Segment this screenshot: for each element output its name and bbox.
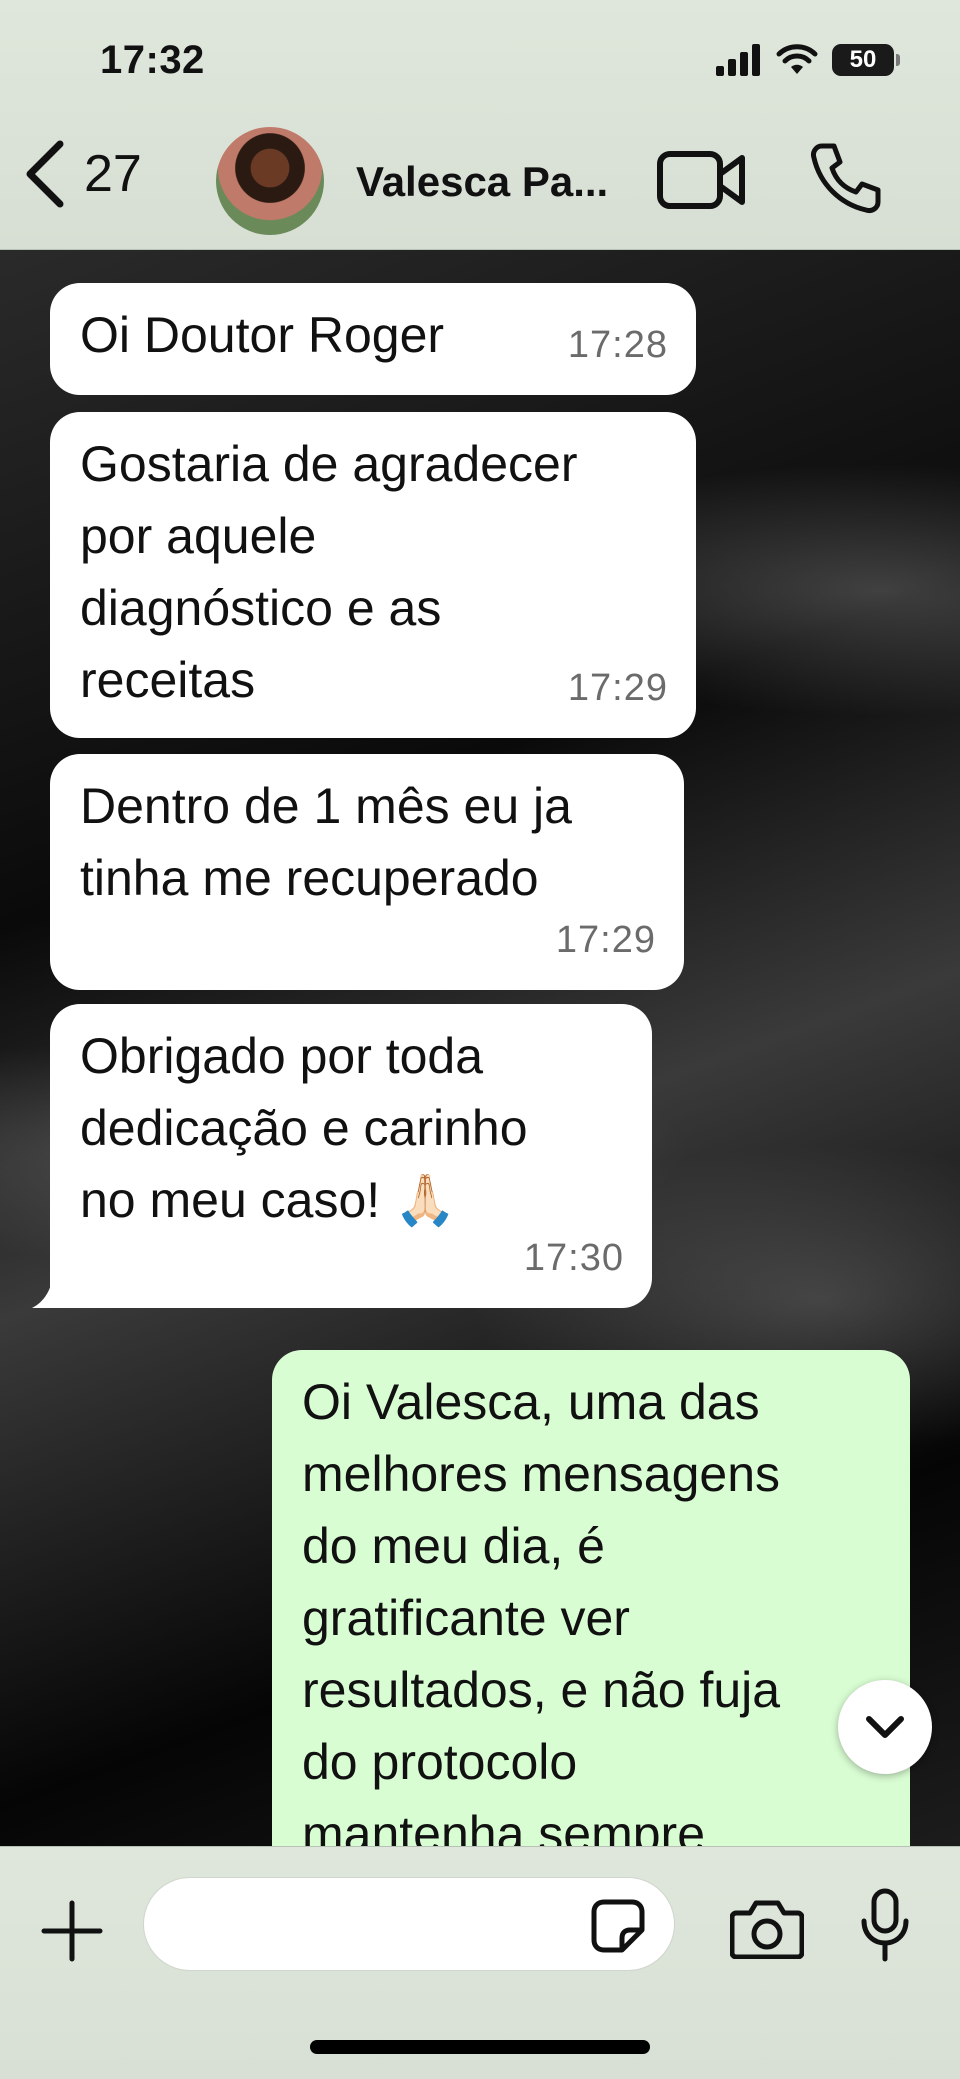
chat-header: 17:32 50 27 Valesca Pa... xyxy=(0,0,960,250)
voice-call-button[interactable] xyxy=(808,140,884,221)
message-text: Obrigado por toda dedicação e carinho no… xyxy=(80,1028,528,1228)
contact-avatar[interactable] xyxy=(216,127,324,235)
wifi-icon xyxy=(776,44,818,74)
status-icons: 50 xyxy=(716,44,900,76)
message-bubble-outgoing[interactable]: Oi Valesca, uma das melhores mensagens d… xyxy=(272,1350,910,1846)
message-text: Oi Valesca, uma das melhores mensagens d… xyxy=(302,1374,781,1846)
message-input[interactable] xyxy=(174,1898,574,1952)
camera-icon xyxy=(729,1900,805,1960)
message-list[interactable]: Oi Doutor Roger 17:28 Gostaria de agrade… xyxy=(0,250,960,1846)
status-time: 17:32 xyxy=(100,38,205,82)
message-bubble-incoming[interactable]: Oi Doutor Roger 17:28 xyxy=(50,283,696,395)
message-bubble-incoming[interactable]: Dentro de 1 mês eu ja tinha me recuperad… xyxy=(50,754,684,990)
message-text: Dentro de 1 mês eu ja tinha me recuperad… xyxy=(80,778,572,906)
microphone-icon xyxy=(861,1888,909,1962)
bubble-tail xyxy=(32,1270,60,1308)
attach-button[interactable] xyxy=(40,1899,104,1968)
signal-icon xyxy=(716,44,760,76)
microphone-button[interactable] xyxy=(860,1887,910,1968)
message-time: 17:30 xyxy=(523,1237,624,1279)
battery-indicator: 50 xyxy=(832,44,900,76)
phone-icon xyxy=(811,143,881,213)
chevron-left-icon xyxy=(26,140,64,208)
camera-button[interactable] xyxy=(729,1899,805,1964)
chevron-down-icon xyxy=(866,1716,904,1738)
unread-count: 27 xyxy=(84,145,142,203)
contact-name[interactable]: Valesca Pa... xyxy=(356,158,636,206)
plus-icon xyxy=(41,1900,103,1962)
message-bubble-incoming[interactable]: Gostaria de agradecer por aquele diagnós… xyxy=(50,412,696,738)
sticker-button[interactable] xyxy=(590,1898,646,1959)
message-input-container[interactable] xyxy=(143,1877,675,1971)
home-indicator[interactable] xyxy=(310,2040,650,2054)
sticker-icon xyxy=(591,1899,645,1953)
message-time: 17:29 xyxy=(567,667,668,709)
message-time: 17:28 xyxy=(567,324,668,366)
message-bubble-incoming[interactable]: Obrigado por toda dedicação e carinho no… xyxy=(50,1004,652,1308)
video-camera-icon xyxy=(657,151,745,209)
scroll-to-bottom-button[interactable] xyxy=(838,1680,932,1774)
video-call-button[interactable] xyxy=(656,148,748,217)
back-button[interactable]: 27 xyxy=(24,140,142,208)
message-time: 17:29 xyxy=(555,919,656,961)
